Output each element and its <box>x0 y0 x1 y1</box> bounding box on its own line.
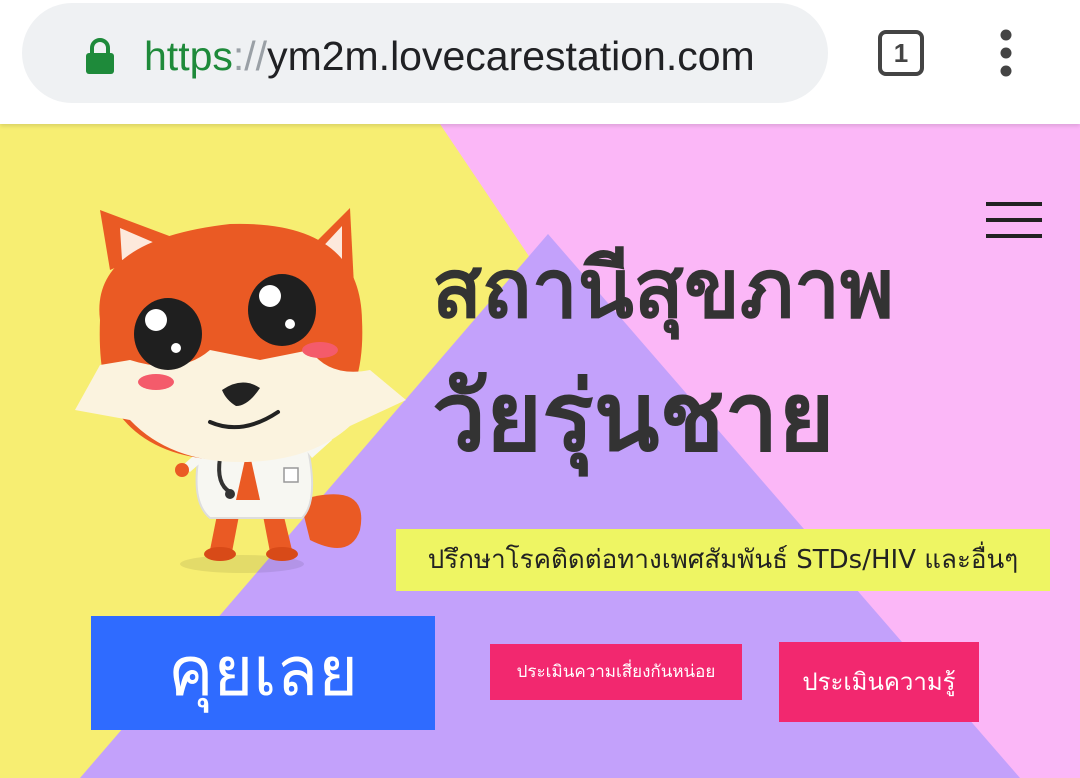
tab-switcher-icon[interactable]: 1 <box>878 30 924 76</box>
lock-icon <box>86 38 114 74</box>
url-separator: :// <box>232 33 268 79</box>
page-title-line2: วัยรุ่นชาย <box>432 361 835 473</box>
tagline-banner: ปรึกษาโรคติดต่อทางเพศสัมพันธ์ STDs/HIV แ… <box>396 529 1050 591</box>
url-scheme: https <box>144 33 233 79</box>
risk-assessment-button[interactable]: ประเมินความเสี่ยงกันหน่อย <box>490 644 742 700</box>
more-vert-icon[interactable] <box>998 29 1014 77</box>
hamburger-icon[interactable] <box>986 202 1042 240</box>
fox-doctor-mascot <box>75 208 406 573</box>
url-text[interactable]: https://ym2m.lovecarestation.com <box>144 33 755 79</box>
knowledge-assessment-button[interactable]: ประเมินความรู้ <box>779 642 979 722</box>
address-bar[interactable]: https://ym2m.lovecarestation.com <box>22 3 828 103</box>
browser-toolbar: https://ym2m.lovecarestation.com 1 <box>0 0 1080 124</box>
hero-section: สถานีสุขภาพ วัยรุ่นชาย ปรึกษาโรคติดต่อทา… <box>0 124 1080 778</box>
chat-now-button[interactable]: คุยเลย <box>91 616 435 730</box>
page-title-line1: สถานีสุขภาพ <box>432 242 895 337</box>
url-host: ym2m.lovecarestation.com <box>267 33 755 79</box>
